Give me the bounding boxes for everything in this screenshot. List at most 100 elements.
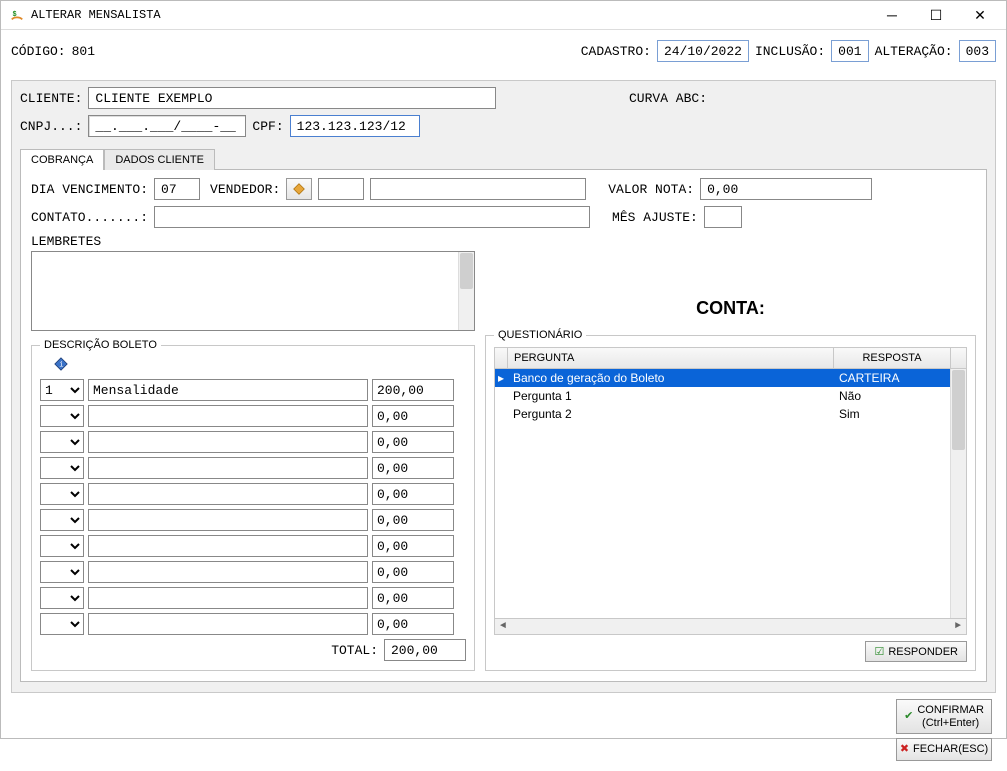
desc-type-select[interactable] xyxy=(40,587,84,609)
vendedor-label: VENDEDOR: xyxy=(210,182,280,197)
desc-text-input[interactable] xyxy=(88,613,368,635)
contato-input[interactable] xyxy=(154,206,590,228)
desc-value-input[interactable] xyxy=(372,379,454,401)
contato-label: CONTATO.......: xyxy=(31,210,148,225)
questionario-vscroll[interactable] xyxy=(950,369,966,618)
desc-text-input[interactable] xyxy=(88,405,368,427)
desc-type-select[interactable] xyxy=(40,483,84,505)
confirmar-button[interactable]: ✔ CONFIRMAR (Ctrl+Enter) xyxy=(896,699,992,734)
cell-resposta: Não xyxy=(833,387,966,405)
desc-value-input[interactable] xyxy=(372,587,454,609)
desc-type-select[interactable] xyxy=(40,405,84,427)
cell-pergunta: Pergunta 2 xyxy=(507,405,833,423)
desc-value-input[interactable] xyxy=(372,483,454,505)
questionario-row[interactable]: Pergunta 1Não xyxy=(495,387,966,405)
desc-value-input[interactable] xyxy=(372,535,454,557)
responder-check-icon: ☑ xyxy=(874,645,884,658)
window: $ ALTERAR MENSALISTA ─ ☐ ✕ CÓDIGO: 801 C… xyxy=(0,0,1007,739)
questionario-legend: QUESTIONÁRIO xyxy=(494,329,586,341)
desc-text-input[interactable] xyxy=(88,457,368,479)
confirmar-label-2: (Ctrl+Enter) xyxy=(922,717,979,730)
lembretes-scrollbar[interactable] xyxy=(458,252,474,330)
desc-type-select[interactable] xyxy=(40,613,84,635)
total-label: TOTAL: xyxy=(331,643,378,658)
desc-value-input[interactable] xyxy=(372,431,454,453)
desc-type-select[interactable] xyxy=(40,561,84,583)
vendedor-name-input[interactable] xyxy=(370,178,586,200)
row-indicator-icon xyxy=(495,387,507,405)
close-button[interactable]: ✕ xyxy=(958,1,1002,29)
fechar-button[interactable]: ✖ FECHAR(ESC) xyxy=(896,738,992,761)
desc-type-select[interactable]: 1 xyxy=(40,379,84,401)
questionario-body[interactable]: ▸Banco de geração do BoletoCARTEIRAPergu… xyxy=(494,369,967,619)
minimize-button[interactable]: ─ xyxy=(870,1,914,29)
desc-text-input[interactable] xyxy=(88,483,368,505)
cliente-input[interactable] xyxy=(88,87,496,109)
col-resposta[interactable]: RESPOSTA xyxy=(834,348,950,368)
desc-value-input[interactable] xyxy=(372,613,454,635)
desc-row: 1 xyxy=(40,379,466,401)
mes-ajuste-label: MÊS AJUSTE: xyxy=(612,210,698,225)
tab-dados-cliente[interactable]: DADOS CLIENTE xyxy=(104,149,215,170)
cell-resposta: Sim xyxy=(833,405,966,423)
desc-value-input[interactable] xyxy=(372,457,454,479)
dia-vencimento-input[interactable] xyxy=(154,178,200,200)
alteracao-value: 003 xyxy=(959,40,996,62)
desc-text-input[interactable] xyxy=(88,379,368,401)
cnpj-input[interactable] xyxy=(88,115,246,137)
desc-text-input[interactable] xyxy=(88,561,368,583)
svg-text:i: i xyxy=(59,362,63,370)
cnpj-label: CNPJ...: xyxy=(20,119,82,134)
desc-text-input[interactable] xyxy=(88,535,368,557)
cell-pergunta: Banco de geração do Boleto xyxy=(507,369,833,387)
desc-text-input[interactable] xyxy=(88,509,368,531)
mes-ajuste-input[interactable] xyxy=(704,206,742,228)
descricao-boleto-table: 1 xyxy=(40,379,466,635)
hscroll-left-icon[interactable]: ◄ xyxy=(495,621,511,632)
questionario-hscroll[interactable]: ◄ ► xyxy=(494,619,967,635)
desc-row xyxy=(40,431,466,453)
desc-value-input[interactable] xyxy=(372,561,454,583)
maximize-button[interactable]: ☐ xyxy=(914,1,958,29)
responder-button-label: RESPONDER xyxy=(888,646,958,658)
desc-text-input[interactable] xyxy=(88,431,368,453)
desc-text-input[interactable] xyxy=(88,587,368,609)
desc-row xyxy=(40,613,466,635)
desc-row xyxy=(40,483,466,505)
cadastro-value: 24/10/2022 xyxy=(657,40,749,62)
desc-row xyxy=(40,457,466,479)
cpf-input[interactable] xyxy=(290,115,420,137)
desc-value-input[interactable] xyxy=(372,405,454,427)
hscroll-right-icon[interactable]: ► xyxy=(950,621,966,632)
lembretes-textarea[interactable] xyxy=(32,252,458,330)
cadastro-label: CADASTRO: xyxy=(581,44,651,59)
vendedor-code-input[interactable] xyxy=(318,178,364,200)
titlebar: $ ALTERAR MENSALISTA ─ ☐ ✕ xyxy=(1,1,1006,30)
curva-abc-label: CURVA ABC: xyxy=(629,91,707,106)
questionario-row[interactable]: ▸Banco de geração do BoletoCARTEIRA xyxy=(495,369,966,387)
row-indicator-icon: ▸ xyxy=(495,369,507,387)
desc-row xyxy=(40,509,466,531)
desc-value-input[interactable] xyxy=(372,509,454,531)
desc-type-select[interactable] xyxy=(40,431,84,453)
inclusao-value: 001 xyxy=(831,40,868,62)
codigo-value: 801 xyxy=(72,44,95,59)
window-title: ALTERAR MENSALISTA xyxy=(31,8,161,22)
responder-button[interactable]: ☑ RESPONDER xyxy=(865,641,967,662)
total-value xyxy=(384,639,466,661)
info-diamond-icon[interactable]: i xyxy=(54,357,466,375)
desc-row xyxy=(40,405,466,427)
desc-type-select[interactable] xyxy=(40,509,84,531)
cell-resposta: CARTEIRA xyxy=(833,369,966,387)
tab-cobranca[interactable]: COBRANÇA xyxy=(20,149,104,170)
close-x-icon: ✖ xyxy=(900,743,909,756)
inclusao-label: INCLUSÃO: xyxy=(755,44,825,59)
col-pergunta[interactable]: PERGUNTA xyxy=(508,348,834,368)
questionario-row[interactable]: Pergunta 2Sim xyxy=(495,405,966,423)
vendedor-lookup-button[interactable] xyxy=(286,178,312,200)
desc-type-select[interactable] xyxy=(40,457,84,479)
desc-type-select[interactable] xyxy=(40,535,84,557)
bottom-buttons: ✔ CONFIRMAR (Ctrl+Enter) ✖ FECHAR(ESC) xyxy=(11,693,996,771)
main-panel: CLIENTE: CURVA ABC: CNPJ...: CPF: COBRAN… xyxy=(11,80,996,693)
valor-nota-input[interactable] xyxy=(700,178,872,200)
